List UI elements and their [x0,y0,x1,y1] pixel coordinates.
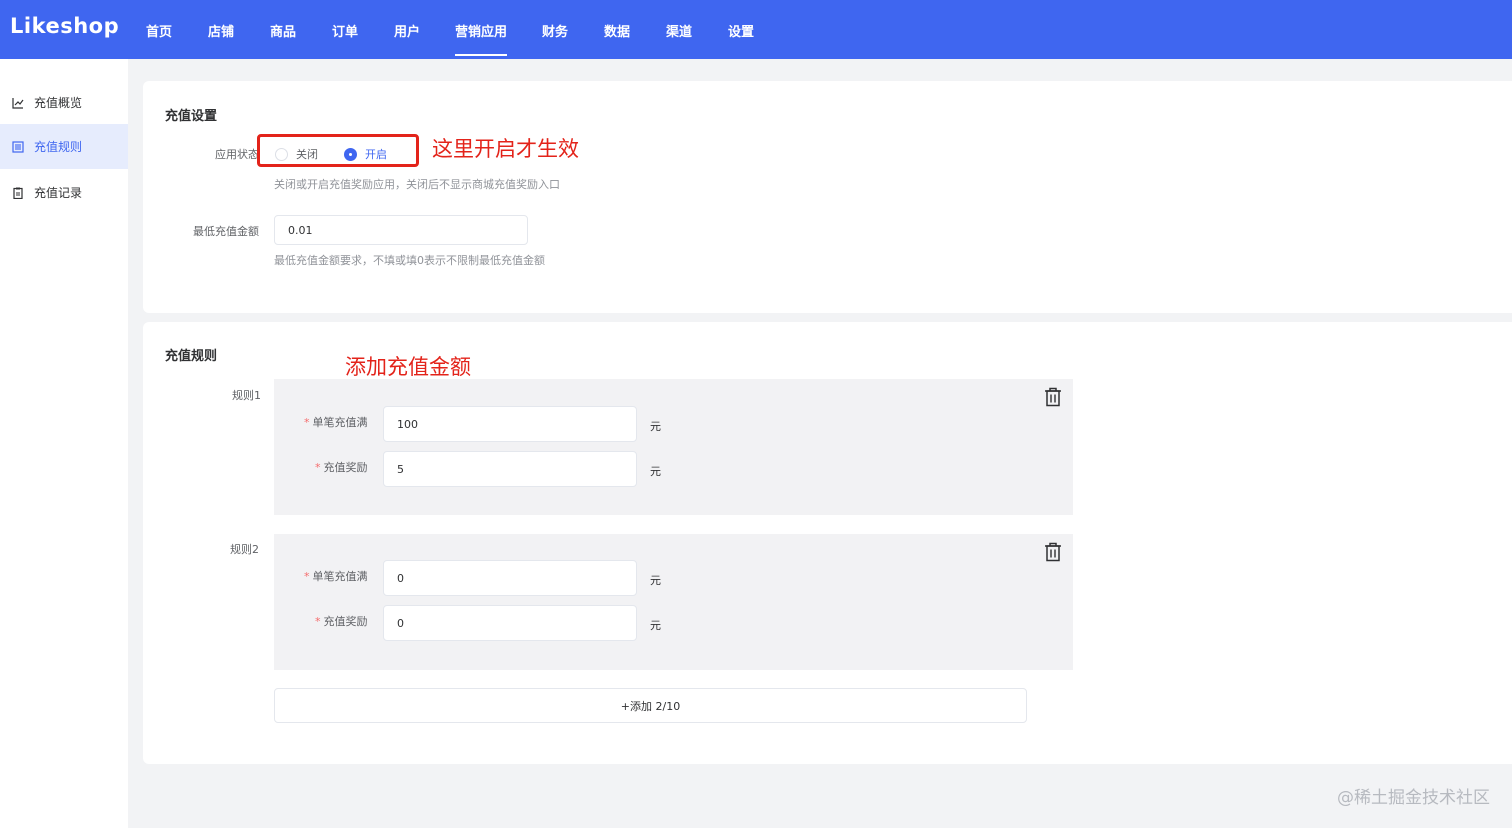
settings-card: 充值设置 应用状态 关闭 开启 关闭或开启充值奖励应用，关闭后不显示商城充值奖励… [143,81,1512,313]
nav-data[interactable]: 数据 [604,21,630,59]
watermark: @稀土掘金技术社区 [1337,788,1490,808]
required-mark: * [304,416,310,429]
list-icon [11,140,24,153]
threshold-label: * 单笔充值满 [304,416,368,429]
reward-input[interactable]: 5 [383,451,637,487]
required-mark: * [315,615,321,628]
nav-store[interactable]: 店铺 [208,21,234,59]
sidebar-item-label: 充值记录 [34,186,83,200]
threshold-label: * 单笔充值满 [304,570,368,583]
rule-2-box: * 单笔充值满 0 元 * 充值奖励 0 元 [274,534,1073,670]
min-amount-label: 最低充值金额 [193,225,259,238]
nav-settings[interactable]: 设置 [728,21,754,59]
annotation-highlight-box [257,134,419,167]
rule-1-box: * 单笔充值满 100 元 * 充值奖励 5 元 [274,379,1073,515]
sidebar-item-label: 充值概览 [34,96,83,110]
rules-title: 充值规则 [165,349,218,364]
nav-orders[interactable]: 订单 [332,21,358,59]
clipboard-icon [11,186,24,199]
reward-label: * 充值奖励 [315,615,368,628]
threshold-unit: 元 [650,420,661,433]
nav-users[interactable]: 用户 [394,21,420,59]
reward-label: * 充值奖励 [315,461,368,474]
reward-unit: 元 [650,619,661,632]
status-label: 应用状态 [215,148,259,161]
threshold-unit: 元 [650,574,661,587]
nav-home[interactable]: 首页 [146,21,172,59]
rule-1-name: 规则1 [232,389,261,402]
nav-finance[interactable]: 财务 [542,21,568,59]
add-rule-button[interactable]: +添加 2/10 [274,688,1027,723]
app-logo[interactable]: Likeshop [10,14,119,38]
sidebar-item-label: 充值规则 [34,140,83,154]
sidebar-item-overview[interactable]: 充值概览 [0,80,128,125]
nav-channels[interactable]: 渠道 [666,21,692,59]
trash-icon[interactable] [1044,387,1062,407]
min-amount-hint: 最低充值金额要求，不填或填0表示不限制最低充值金额 [274,254,545,267]
chart-icon [11,96,24,109]
sidebar: 充值概览 充值规则 充值记录 [0,59,128,828]
min-amount-input[interactable]: 0.01 [274,215,528,245]
rules-card: 充值规则 规则1 * 单笔充值满 100 元 * 充值奖励 5 元 规则2 * 单笔充… [143,322,1512,764]
nav-products[interactable]: 商品 [270,21,296,59]
settings-title: 充值设置 [165,109,218,124]
status-hint: 关闭或开启充值奖励应用，关闭后不显示商城充值奖励入口 [274,178,560,191]
rule-2-name: 规则2 [230,543,259,556]
reward-input[interactable]: 0 [383,605,637,641]
threshold-input[interactable]: 0 [383,560,637,596]
threshold-input[interactable]: 100 [383,406,637,442]
trash-icon[interactable] [1044,542,1062,562]
top-navbar: Likeshop 首页 店铺 商品 订单 用户 营销应用 财务 数据 渠道 设置 [0,0,1512,59]
reward-unit: 元 [650,465,661,478]
annotation-status-note: 这里开启才生效 [432,137,579,161]
required-mark: * [304,570,310,583]
sidebar-item-rules[interactable]: 充值规则 [0,124,128,169]
nav-marketing[interactable]: 营销应用 [455,21,508,59]
annotation-rule-note: 添加充值金额 [345,355,471,379]
required-mark: * [315,461,321,474]
sidebar-item-records[interactable]: 充值记录 [0,170,128,215]
